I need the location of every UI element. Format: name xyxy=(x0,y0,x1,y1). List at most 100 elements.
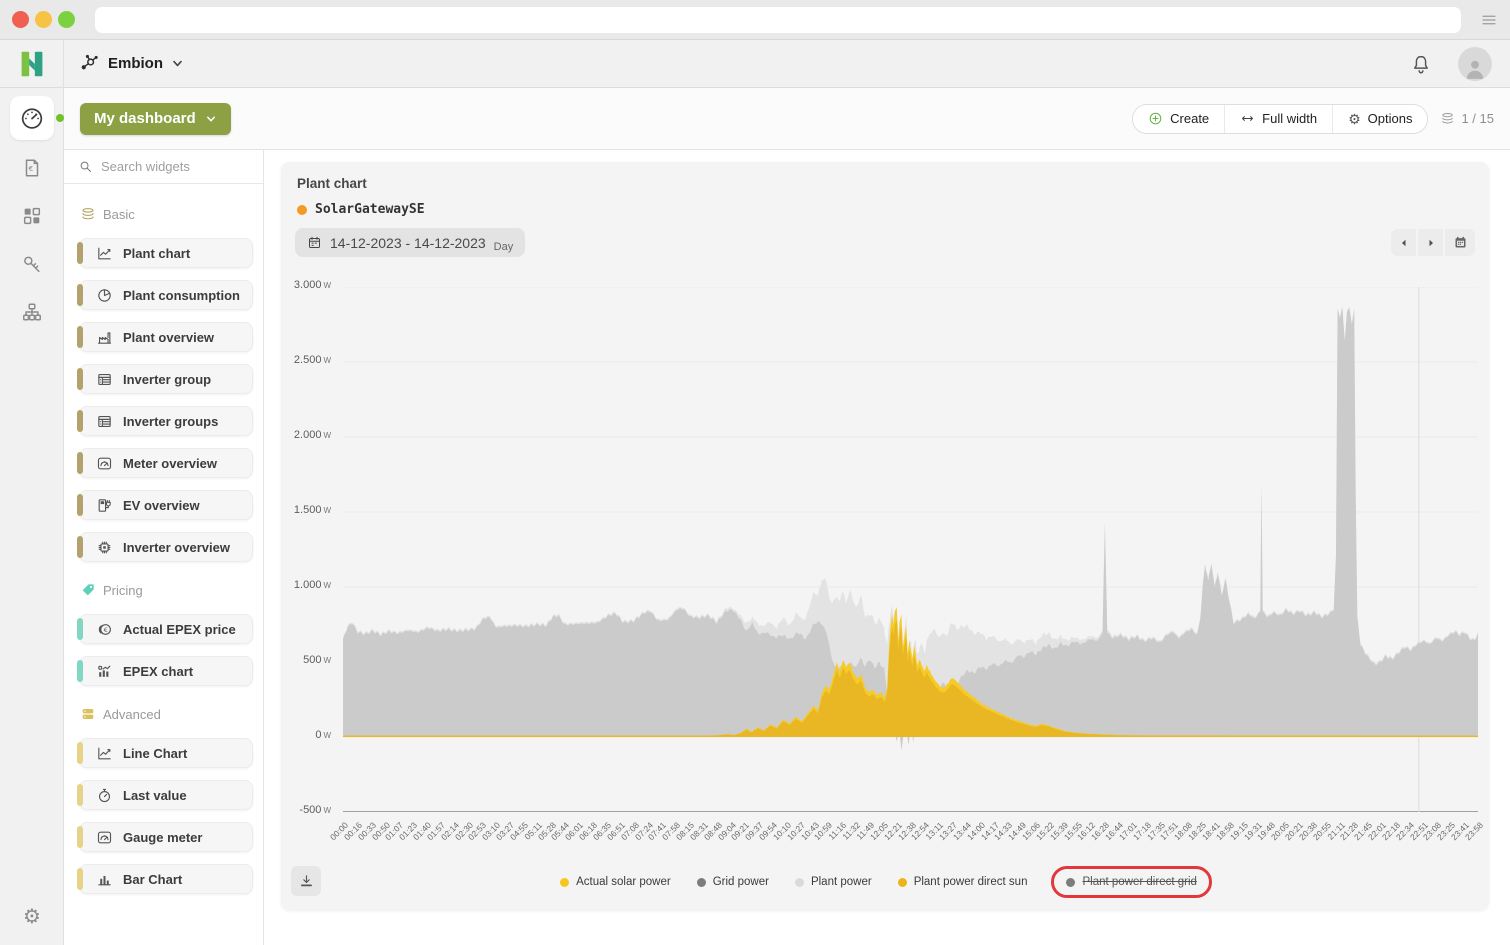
widget-item-inverter-groups[interactable]: Inverter groups xyxy=(79,406,253,436)
maximize-window-button[interactable] xyxy=(58,11,75,28)
x-tick-label: 11:32 xyxy=(841,820,863,842)
ev-icon xyxy=(96,497,113,514)
legend-item-grid-power[interactable]: Grid power xyxy=(697,876,769,888)
x-tick-label: 18:41 xyxy=(1200,820,1222,842)
person-icon xyxy=(1462,55,1488,81)
x-tick-label: 19:15 xyxy=(1228,820,1250,842)
widget-item-plant-chart[interactable]: Plant chart xyxy=(79,238,253,268)
browser-menu-icon[interactable] xyxy=(1480,11,1498,29)
dashboard-pagination: 1 / 15 xyxy=(1440,111,1494,126)
widget-item-line-chart[interactable]: Line Chart xyxy=(79,738,253,768)
dashboard-gauge-icon xyxy=(19,105,45,131)
user-avatar[interactable] xyxy=(1458,47,1492,81)
widget-item-inverter-group[interactable]: Inverter group xyxy=(79,364,253,394)
gear-icon: ⚙ xyxy=(1348,112,1361,126)
full-width-button[interactable]: Full width xyxy=(1224,105,1332,133)
accent-bar xyxy=(77,826,83,848)
search-input[interactable] xyxy=(101,159,241,174)
settings-gear-icon[interactable]: ⚙ xyxy=(0,904,64,929)
x-tick-label: 22:18 xyxy=(1380,820,1402,842)
legend-dot xyxy=(795,878,804,887)
legend-item-actual-solar-power[interactable]: Actual solar power xyxy=(560,876,671,888)
legend-item-plant-power[interactable]: Plant power xyxy=(795,876,872,888)
widget-title: Plant chart xyxy=(297,176,367,191)
x-tick-label: 16:44 xyxy=(1103,820,1125,842)
svg-text:€: € xyxy=(104,625,108,633)
legend-label: Actual solar power xyxy=(576,876,671,888)
notifications-bell-icon[interactable] xyxy=(1410,53,1432,75)
legend-label: Plant power direct sun xyxy=(914,876,1028,888)
rail-item-sites[interactable] xyxy=(21,301,43,323)
arrows-horizontal-icon xyxy=(1240,111,1255,126)
widget-item-label: Bar Chart xyxy=(123,872,182,887)
rail-item-widgets[interactable] xyxy=(21,205,43,227)
y-tick-label: 1.000W xyxy=(294,579,331,591)
x-tick-label: 21:28 xyxy=(1338,820,1360,842)
date-range-picker[interactable]: 14-12-2023 - 14-12-2023 Day xyxy=(295,228,525,257)
window-chrome xyxy=(0,0,1510,40)
caret-right-icon xyxy=(1425,237,1437,249)
widget-item-plant-consumption[interactable]: Plant consumption xyxy=(79,280,253,310)
rail-item-access-keys[interactable] xyxy=(21,253,43,275)
widget-item-label: Plant consumption xyxy=(123,288,240,303)
x-tick-label: 03:27 xyxy=(494,820,516,842)
previous-day-button[interactable] xyxy=(1391,229,1416,256)
widget-item-inverter-overview[interactable]: Inverter overview xyxy=(79,532,253,562)
x-tick-label: 20:38 xyxy=(1297,820,1319,842)
navigation-rail: € ⚙ xyxy=(0,88,64,945)
section-label: Pricing xyxy=(103,583,143,598)
dashboard-selector-button[interactable]: My dashboard xyxy=(80,103,231,135)
widget-item-last-value[interactable]: Last value xyxy=(79,780,253,810)
x-tick-label: 07:24 xyxy=(632,820,654,842)
stopwatch-icon xyxy=(96,787,113,804)
widget-item-actual-epex-price[interactable]: €Actual EPEX price xyxy=(79,614,253,644)
factory-icon xyxy=(96,329,113,346)
caret-left-icon xyxy=(1398,237,1410,249)
widget-item-label: Inverter overview xyxy=(123,540,230,555)
x-tick-label: 00:00 xyxy=(328,820,350,842)
create-button-label: Create xyxy=(1170,111,1209,126)
rail-item-invoices[interactable]: € xyxy=(21,157,43,179)
app-logo[interactable] xyxy=(0,40,64,88)
accent-bar xyxy=(77,784,83,806)
widget-item-bar-chart[interactable]: Bar Chart xyxy=(79,864,253,894)
x-tick-label: 01:40 xyxy=(411,820,433,842)
widget-item-ev-overview[interactable]: EV overview xyxy=(79,490,253,520)
url-bar[interactable] xyxy=(95,7,1461,33)
organization-selector[interactable]: Embion xyxy=(78,53,184,75)
next-day-button[interactable] xyxy=(1418,229,1443,256)
x-tick-label: 08:48 xyxy=(702,820,724,842)
widget-sections: BasicPlant chartPlant consumptionPlant o… xyxy=(64,184,263,894)
x-tick-label: 23:41 xyxy=(1449,820,1471,842)
chevron-down-icon xyxy=(205,113,217,125)
options-button-label: Options xyxy=(1368,111,1413,126)
organization-name: Embion xyxy=(108,55,163,72)
minimize-window-button[interactable] xyxy=(35,11,52,28)
x-tick-label: 16:28 xyxy=(1089,820,1111,842)
rail-item-dashboard[interactable] xyxy=(10,96,54,140)
close-window-button[interactable] xyxy=(12,11,29,28)
x-tick-label: 13:44 xyxy=(951,820,973,842)
calendar-button[interactable] xyxy=(1445,229,1475,256)
search-icon xyxy=(78,159,93,174)
x-tick-label: 14:00 xyxy=(965,820,987,842)
widget-item-gauge-meter[interactable]: Gauge meter xyxy=(79,822,253,852)
toolbar-button-group: Create Full width ⚙ Options xyxy=(1132,104,1428,134)
options-button[interactable]: ⚙ Options xyxy=(1332,105,1427,133)
widget-item-epex-chart[interactable]: EPEX chart xyxy=(79,656,253,686)
y-tick-label: -500W xyxy=(299,804,331,816)
legend-label: Plant power xyxy=(811,876,872,888)
organization-icon xyxy=(78,53,100,75)
widget-sidebar: BasicPlant chartPlant consumptionPlant o… xyxy=(64,150,264,945)
create-button[interactable]: Create xyxy=(1133,105,1224,133)
plant-chart-plot[interactable] xyxy=(343,287,1478,812)
x-tick-label: 22:51 xyxy=(1408,820,1430,842)
x-tick-label: 06:51 xyxy=(605,820,627,842)
date-nav-group xyxy=(1391,229,1475,256)
widget-item-meter-overview[interactable]: Meter overview xyxy=(79,448,253,478)
x-tick-label: 17:35 xyxy=(1145,820,1167,842)
browser-window: Embion My dashboard Create Full wi xyxy=(0,0,1510,945)
legend-item-plant-power-direct-sun[interactable]: Plant power direct sun xyxy=(898,876,1028,888)
legend-item-plant-power-direct-grid[interactable]: Plant power direct grid xyxy=(1066,876,1196,888)
widget-item-plant-overview[interactable]: Plant overview xyxy=(79,322,253,352)
